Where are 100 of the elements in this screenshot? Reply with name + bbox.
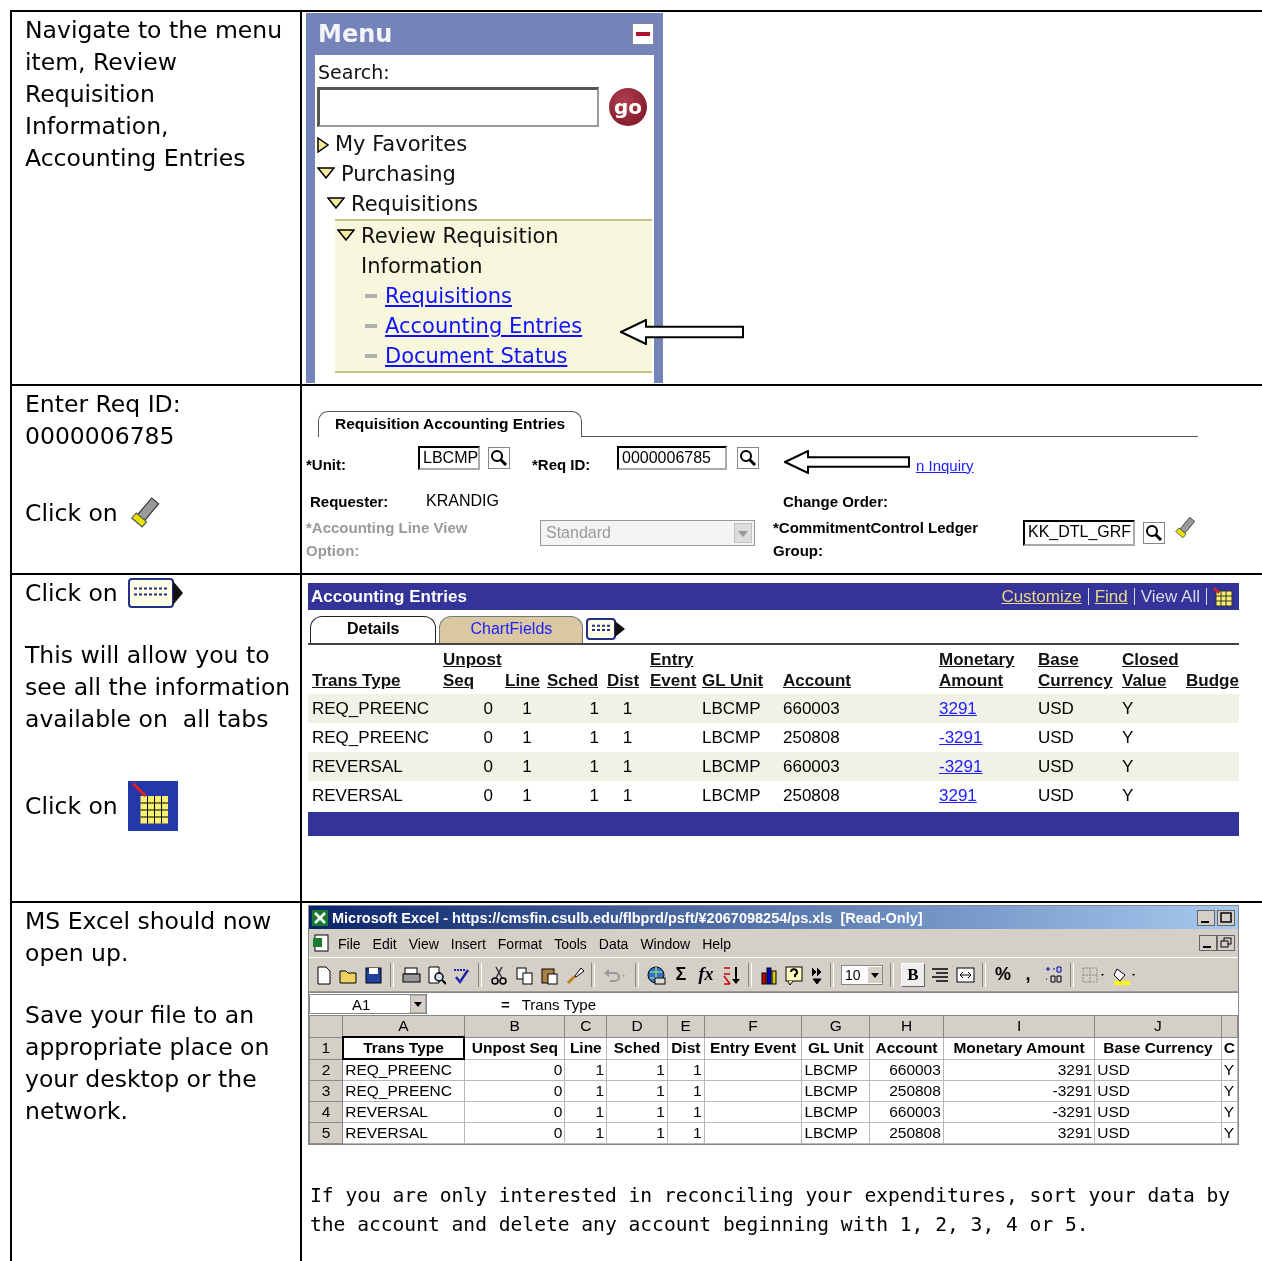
column-header[interactable]: Line [505,670,540,691]
name-box[interactable]: A1 [309,994,427,1014]
sheet-cell[interactable]: 0 [464,1122,565,1144]
column-header[interactable]: Base Currency [1038,649,1116,691]
page-tab[interactable]: Requisition Accounting Entries [318,411,583,437]
sheet-cell[interactable]: REQ_PREENC [342,1059,465,1081]
menu-row[interactable]: My Favorites [317,129,652,159]
sheet-cell[interactable]: 1 [564,1080,607,1102]
amount-link[interactable]: 3291 [939,785,977,805]
amount-link[interactable]: -3291 [939,727,983,747]
column-letter[interactable]: F [704,1015,802,1037]
sheet-cell[interactable]: 1 [667,1080,705,1102]
sheet-cell[interactable]: Y [1221,1101,1238,1123]
flashlight-icon[interactable] [1173,516,1197,540]
collapsed-triangle-icon[interactable] [317,137,329,153]
help-icon[interactable] [784,964,804,985]
sheet-cell[interactable]: Y [1221,1122,1238,1144]
row-number[interactable]: 2 [309,1059,343,1081]
globe-icon[interactable] [646,964,666,985]
column-header[interactable]: Monetary Amount [939,649,1032,691]
column-header[interactable]: Entry Event [650,649,697,691]
menu-link[interactable]: Requisitions [385,281,512,311]
minimize-icon[interactable] [1199,935,1217,951]
sheet-cell[interactable]: Dist [667,1037,705,1059]
column-letter[interactable]: H [869,1015,944,1037]
scissors-icon[interactable] [489,964,509,985]
show-all-columns-icon[interactable] [127,578,184,608]
toolbar-button[interactable]: % [993,964,1013,985]
sheet-cell[interactable]: 250808 [869,1122,944,1144]
column-header[interactable]: Unpost Seq [443,649,503,691]
amount-link[interactable]: -3291 [939,756,983,776]
menu-item[interactable]: File [332,934,367,952]
inquiry-link[interactable]: n Inquiry [916,456,974,474]
toolbar-button[interactable]: fx [696,964,716,985]
column-letter[interactable]: B [464,1015,565,1037]
row-number[interactable]: 3 [309,1080,343,1102]
menu-item[interactable]: Data [592,934,635,952]
column-header[interactable]: Account [783,670,851,691]
restore-icon[interactable] [1217,935,1235,951]
printer-icon[interactable] [401,964,421,985]
print-preview-icon[interactable] [426,964,446,985]
sheet-cell[interactable]: 660003 [869,1059,944,1081]
font-size-dropdown[interactable]: 10 [841,964,883,985]
sheet-cell[interactable]: Entry Event [704,1037,802,1059]
sheet-cell[interactable]: Monetary Amount [943,1037,1095,1059]
sheet-cell[interactable]: -3291 [943,1101,1095,1123]
sheet-cell[interactable]: USD [1094,1101,1222,1123]
column-header[interactable]: Dist [607,670,640,691]
sheet-cell[interactable]: 1 [564,1059,607,1081]
sheet-cell[interactable]: LBCMP [801,1122,870,1144]
column-letter[interactable]: I [943,1015,1095,1037]
column-header[interactable]: Budge [1186,670,1239,691]
expanded-triangle-icon[interactable] [317,167,335,179]
column-letter[interactable]: C [564,1015,607,1037]
unit-field[interactable]: LBCMP [418,446,480,470]
sheet-cell[interactable]: Sched [606,1037,668,1059]
sheet-cell[interactable]: REQ_PREENC [342,1080,465,1102]
sheet-cell[interactable]: LBCMP [801,1080,870,1102]
sheet-cell[interactable]: Trans Type [342,1037,465,1059]
sheet-cell[interactable]: 0 [464,1059,565,1081]
toolbar-button[interactable]: Σ [671,964,691,985]
sheet-cell[interactable]: 1 [667,1101,705,1123]
column-letter[interactable]: A [342,1015,465,1037]
sheet-cell[interactable]: 250808 [869,1080,944,1102]
bold-button[interactable]: B [901,962,925,987]
menu-item[interactable]: Insert [444,934,492,952]
sheet-cell[interactable]: 0 [464,1101,565,1123]
menu-item[interactable]: Format [491,934,549,952]
sheet-cell[interactable]: Base Currency [1094,1037,1222,1059]
decimal-icon[interactable] [1043,964,1063,985]
collapse-icon[interactable] [632,23,654,45]
expanded-triangle-icon[interactable] [337,229,355,241]
grid-link[interactable]: Customize [1001,586,1082,607]
search-icon[interactable] [737,447,759,469]
sheet-cell[interactable]: 1 [667,1122,705,1144]
maximize-icon[interactable] [1217,909,1235,926]
sheet-cell[interactable]: C [1221,1037,1238,1059]
grid-link[interactable]: Find [1094,586,1128,607]
column-letter[interactable]: G [801,1015,870,1037]
menu-item[interactable]: Tools [548,934,593,952]
sheet-cell[interactable]: 1 [606,1101,668,1123]
sheet-cell[interactable]: Y [1221,1080,1238,1102]
column-header[interactable]: GL Unit [702,670,764,691]
column-header[interactable]: Closed Value [1122,649,1180,691]
sheet-cell[interactable]: Unpost Seq [464,1037,565,1059]
search-icon[interactable] [488,447,510,469]
sheet-cell[interactable]: 0 [464,1080,565,1102]
download-grid-icon[interactable] [1213,586,1233,607]
sheet-cell[interactable]: LBCMP [801,1059,870,1081]
copy-icon[interactable] [514,964,534,985]
sheet-cell[interactable]: 3291 [943,1059,1095,1081]
search-field[interactable] [317,87,599,127]
menu-link[interactable]: Document Status [385,341,568,371]
show-all-columns-icon[interactable] [586,618,627,640]
sheet-cell[interactable]: 1 [606,1122,668,1144]
toolbar-button[interactable]: , [1018,964,1038,985]
sheet-cell[interactable]: Line [564,1037,607,1059]
sheet-cell[interactable]: -3291 [943,1080,1095,1102]
menu-row[interactable]: Purchasing [317,159,652,189]
sheet-cell[interactable]: 3291 [943,1122,1095,1144]
